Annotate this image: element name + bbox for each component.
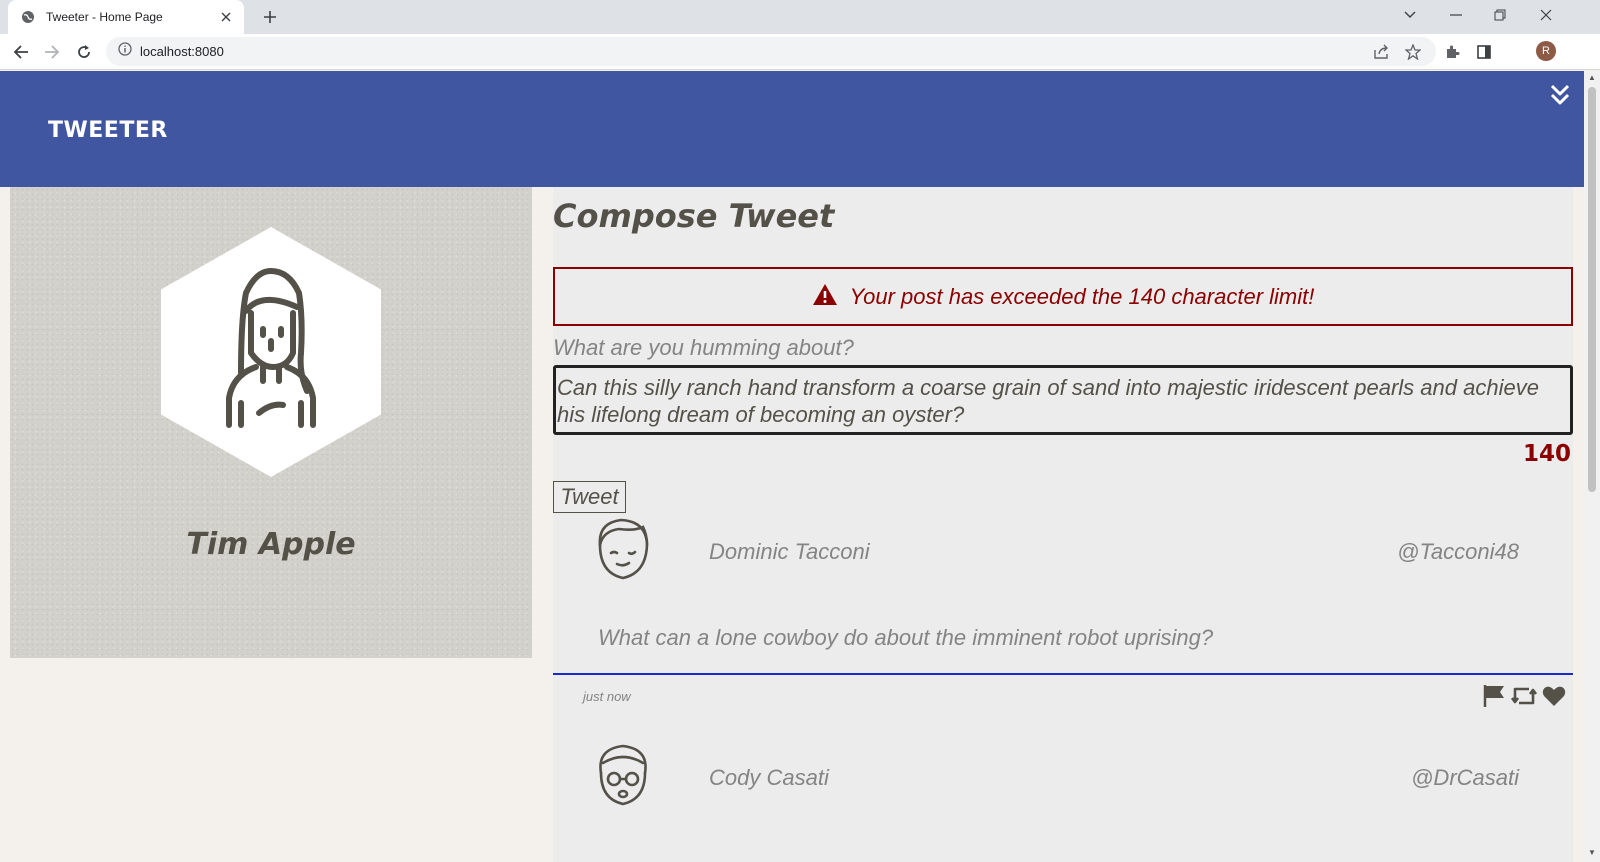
scrollbar-thumb[interactable] <box>1588 87 1596 492</box>
character-counter: 140 <box>1522 441 1571 467</box>
browser-toolbar: localhost:8080 <box>0 34 1600 70</box>
tweet-card: Dominic Tacconi @Tacconi48 What can a lo… <box>553 517 1573 747</box>
tweet-content: What can a lone cowboy do about the immi… <box>598 625 1214 650</box>
globe-icon <box>20 9 36 25</box>
user-avatar-icon <box>599 744 647 806</box>
site-header: TWEETER <box>0 71 1584 187</box>
compose-title: Compose Tweet <box>553 197 835 235</box>
side-panel-icon[interactable] <box>1472 40 1496 64</box>
share-icon[interactable] <box>1369 40 1393 64</box>
minimize-icon[interactable] <box>1433 0 1479 30</box>
address-bar[interactable]: localhost:8080 <box>106 37 1436 66</box>
bookmark-star-icon[interactable] <box>1401 40 1425 64</box>
tweet-author-handle: @Tacconi48 <box>1397 539 1519 564</box>
tweet-author-name: Dominic Tacconi <box>709 539 870 564</box>
main-content: Compose Tweet Your post has exceeded the… <box>553 187 1573 862</box>
close-window-icon[interactable] <box>1523 0 1569 30</box>
forward-arrow-icon[interactable] <box>40 40 64 64</box>
tweet-divider <box>553 673 1573 675</box>
scroll-down-arrow-icon[interactable]: ▼ <box>1588 849 1596 857</box>
browser-tab-strip: Tweeter - Home Page <box>0 0 1600 34</box>
site-info-icon[interactable] <box>118 42 132 61</box>
tab-title: Tweeter - Home Page <box>46 10 163 24</box>
double-chevron-down-icon[interactable] <box>1548 83 1574 109</box>
tweet-timestamp: just now <box>583 689 631 704</box>
warning-triangle-icon <box>812 283 838 311</box>
tab-search-icon[interactable] <box>1387 0 1433 30</box>
heart-icon[interactable] <box>1541 683 1567 709</box>
browser-profile-avatar[interactable]: R <box>1536 41 1556 61</box>
tweet-author-name: Cody Casati <box>709 765 829 790</box>
tweet-card: Cody Casati @DrCasati <box>553 743 1573 862</box>
back-arrow-icon[interactable] <box>9 40 33 64</box>
close-tab-icon[interactable] <box>218 9 234 25</box>
restore-icon[interactable] <box>1477 0 1523 30</box>
retweet-icon[interactable] <box>1511 683 1537 709</box>
url-text: localhost:8080 <box>140 44 224 59</box>
scroll-up-arrow-icon[interactable]: ▲ <box>1588 74 1596 82</box>
flag-icon[interactable] <box>1481 683 1507 709</box>
new-tab-icon[interactable] <box>258 7 282 27</box>
compose-label: What are you humming about? <box>553 335 854 360</box>
tweet-author-handle: @DrCasati <box>1411 765 1519 790</box>
tweet-submit-button[interactable]: Tweet <box>553 481 626 513</box>
user-avatar-icon <box>598 518 649 580</box>
user-avatar-icon <box>226 268 316 428</box>
error-message-text: Your post has exceeded the 140 character… <box>849 283 1315 309</box>
site-logo[interactable]: TWEETER <box>48 118 168 143</box>
extensions-puzzle-icon[interactable] <box>1440 40 1464 64</box>
profile-name: Tim Apple <box>186 527 356 562</box>
tweet-actions <box>1481 683 1567 709</box>
reload-icon[interactable] <box>72 40 96 64</box>
profile-avatar <box>161 227 381 477</box>
error-message-box: Your post has exceeded the 140 character… <box>553 267 1573 326</box>
page-scrollbar[interactable]: ▲ ▼ <box>1584 71 1600 862</box>
tweet-text-input[interactable] <box>553 365 1573 435</box>
profile-card: Tim Apple <box>10 187 532 658</box>
browser-tab[interactable]: Tweeter - Home Page <box>8 0 244 34</box>
page: TWEETER Tim Apple Compose Tweet Your pos… <box>0 71 1584 862</box>
